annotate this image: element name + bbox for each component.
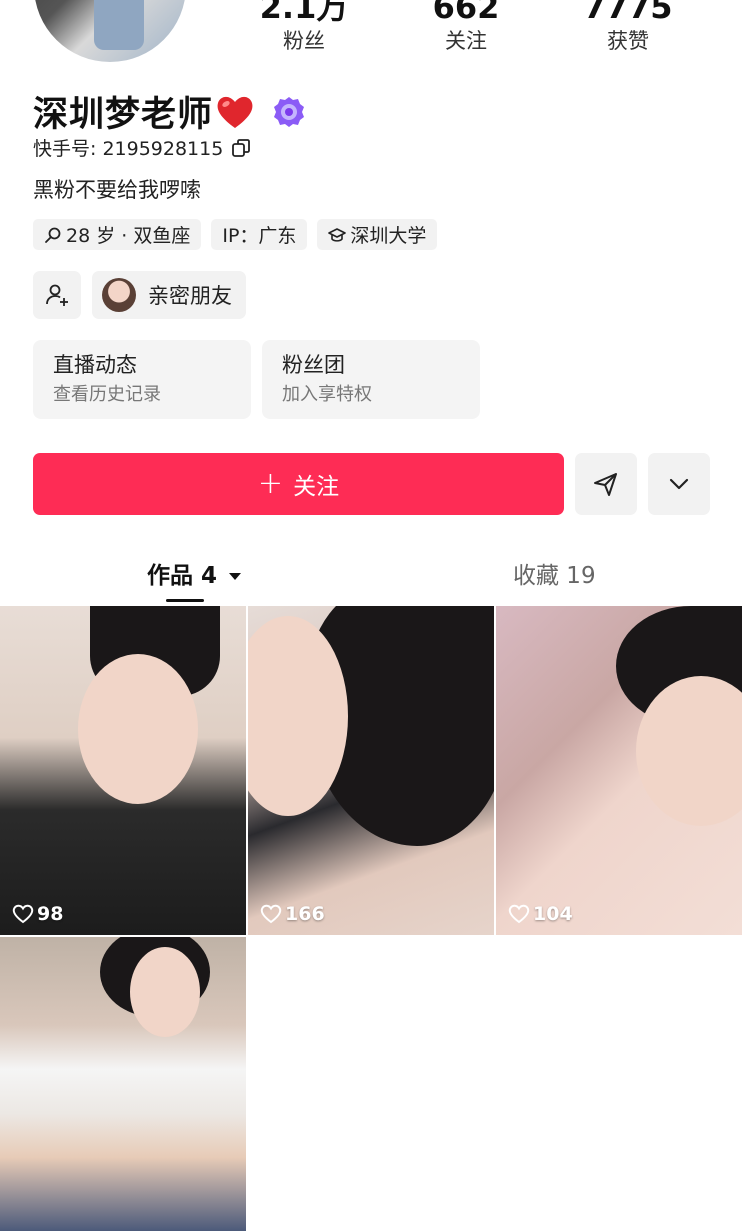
friend-avatar: [102, 278, 136, 312]
send-icon: [594, 473, 617, 496]
tag-label: 28 岁 · 双鱼座: [66, 225, 191, 247]
heart-outline-icon: [260, 904, 282, 924]
add-person-icon: [46, 284, 68, 306]
heart-outline-icon: [12, 904, 34, 924]
graduation-cap-icon: [328, 227, 347, 242]
stat-likes[interactable]: 7775 获赞: [558, 0, 698, 56]
close-friends-label: 亲密朋友: [148, 284, 232, 308]
tab-favorites[interactable]: 收藏 19: [513, 556, 596, 590]
stat-label: 粉丝: [283, 29, 325, 53]
tag-ip: IP：广东: [211, 219, 308, 250]
share-button[interactable]: [575, 453, 637, 515]
search-icon: [45, 227, 61, 243]
active-tab-indicator: [166, 599, 204, 602]
tag-school: 深圳大学: [317, 219, 438, 250]
name-row: 深圳梦老师: [33, 86, 305, 137]
like-count: 104: [508, 903, 573, 925]
friends-row: 亲密朋友: [33, 271, 246, 319]
stat-value: 662: [432, 0, 500, 26]
heart-outline-icon: [508, 904, 530, 924]
heart-icon: [217, 96, 253, 128]
bio: 黑粉不要给我啰嗦: [33, 178, 201, 202]
like-count-value: 104: [533, 903, 573, 925]
feature-cards: 直播动态 查看历史记录 粉丝团 加入享特权: [33, 340, 480, 419]
card-title: 直播动态: [53, 353, 137, 377]
like-count-value: 166: [285, 903, 325, 925]
tab-works[interactable]: 作品 4: [147, 556, 242, 590]
stat-fans[interactable]: 2.1万 粉丝: [234, 0, 374, 56]
like-count: 166: [260, 903, 325, 925]
stat-value: 7775: [583, 0, 673, 26]
plus-icon: +: [257, 466, 284, 501]
tag-age: 28 岁 · 双鱼座: [33, 219, 202, 250]
thumbnail-face: [130, 947, 200, 1037]
card-title: 粉丝团: [282, 353, 345, 377]
user-id: 快手号: 2195928115: [33, 134, 251, 161]
profile-page: 2.1万 粉丝 662 关注 7775 获赞 深圳梦老师 快手号: 219592…: [0, 0, 742, 1231]
tag-label: IP：广东: [222, 225, 297, 247]
tab-works-label: 作品 4: [147, 563, 218, 589]
follow-label: 关注: [293, 474, 340, 500]
video-thumbnail[interactable]: 104: [496, 606, 742, 935]
verified-badge-icon[interactable]: [273, 96, 305, 128]
like-count-value: 98: [37, 903, 64, 925]
thumbnail-face: [78, 654, 198, 804]
tab-favorites-label: 收藏 19: [513, 563, 596, 589]
like-count: 98: [12, 903, 63, 925]
video-thumbnail[interactable]: [0, 937, 246, 1231]
stat-label: 获赞: [607, 29, 649, 53]
fan-club-card[interactable]: 粉丝团 加入享特权: [262, 340, 480, 419]
stat-following[interactable]: 662 关注: [396, 0, 536, 56]
video-thumbnail[interactable]: 98: [0, 606, 246, 935]
profile-name: 深圳梦老师: [33, 95, 214, 135]
copy-icon[interactable]: [231, 138, 251, 158]
action-bar: + 关注: [33, 453, 710, 515]
stat-value: 2.1万: [259, 0, 349, 26]
profile-tags: 28 岁 · 双鱼座 IP：广东 深圳大学: [33, 219, 438, 250]
caret-down-icon: [229, 572, 242, 580]
live-history-card[interactable]: 直播动态 查看历史记录: [33, 340, 251, 419]
add-friend-button[interactable]: [33, 271, 81, 319]
content-tabs: 作品 4 收藏 19: [0, 552, 742, 606]
stat-label: 关注: [445, 29, 487, 53]
card-subtitle: 加入享特权: [282, 384, 372, 405]
follow-button[interactable]: + 关注: [33, 453, 564, 515]
video-thumbnail[interactable]: 166: [248, 606, 494, 935]
user-id-text: 快手号: 2195928115: [33, 138, 224, 160]
chevron-down-icon: [669, 478, 689, 490]
card-subtitle: 查看历史记录: [53, 384, 161, 405]
tag-label: 深圳大学: [350, 225, 427, 247]
close-friends-button[interactable]: 亲密朋友: [92, 271, 246, 319]
more-button[interactable]: [648, 453, 710, 515]
avatar[interactable]: [34, 0, 186, 62]
